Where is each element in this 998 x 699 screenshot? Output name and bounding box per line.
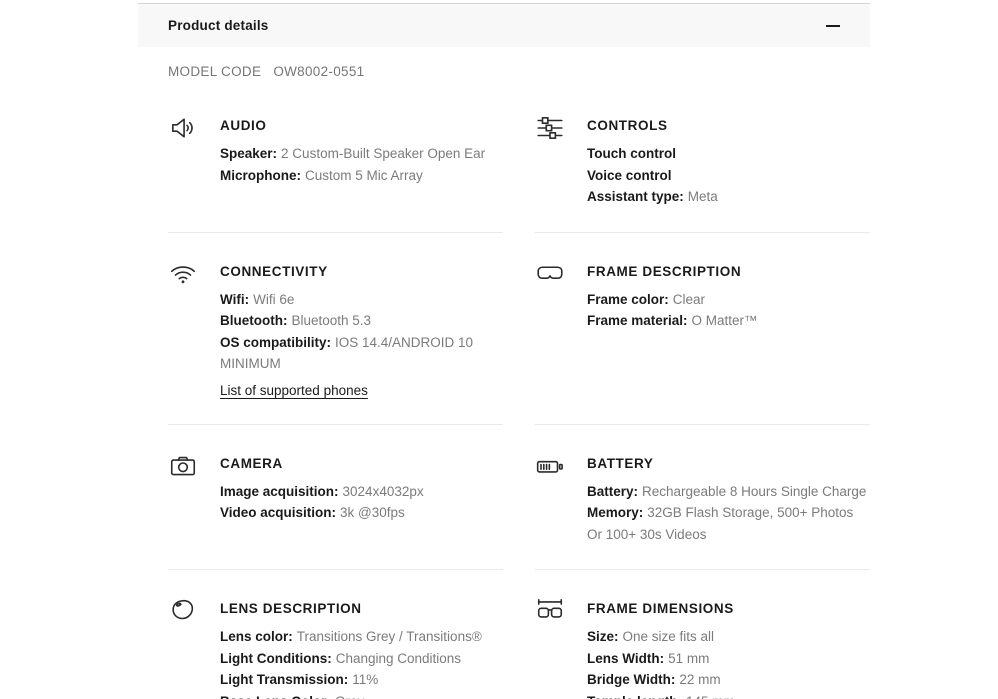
spec-row: Voice control <box>587 165 870 187</box>
collapse-minus-icon[interactable] <box>826 25 840 27</box>
spec-label: Memory: <box>587 505 643 520</box>
section-camera: CAMERA Image acquisition: 3024x4032px Vid… <box>168 425 503 571</box>
section-frame-description: FRAME DESCRIPTION Frame color: Clear Fram… <box>535 233 870 425</box>
section-lens-description: LENS DESCRIPTION Lens color: Transitions … <box>168 570 503 699</box>
section-title: AUDIO <box>220 118 503 133</box>
spec-label: Speaker: <box>220 146 277 161</box>
section-title: FRAME DESCRIPTION <box>587 264 870 279</box>
spec-grid: AUDIO Speaker: 2 Custom-Built Speaker Ope… <box>168 99 870 699</box>
spec-value: Bluetooth 5.3 <box>291 313 371 328</box>
section-title: LENS DESCRIPTION <box>220 601 503 616</box>
spec-label: Lens Width: <box>587 651 664 666</box>
spec-row: Lens color: Transitions Grey / Transition… <box>220 626 503 648</box>
model-code-value: OW8002-0551 <box>273 64 364 79</box>
spec-value: One size fits all <box>623 629 715 644</box>
spec-row: Lens Width: 51 mm <box>587 648 870 670</box>
spec-row: OS compatibility:IOS 14.4/ANDROID 10 MIN… <box>220 332 503 375</box>
spec-row: Frame material: O Matter™ <box>587 310 870 332</box>
spec-row: Light Conditions: Changing Conditions <box>220 648 503 670</box>
spec-value: Wifi 6e <box>253 292 294 307</box>
spec-label: Wifi: <box>220 292 249 307</box>
spec-row: Image acquisition: 3024x4032px <box>220 481 503 503</box>
spec-row: Light Transmission: 11% <box>220 669 503 691</box>
spec-label: Touch control <box>587 146 676 161</box>
camera-icon <box>168 450 220 481</box>
speaker-icon <box>168 112 220 143</box>
spec-value: 3k @30fps <box>340 505 405 520</box>
goggle-icon <box>535 258 587 289</box>
section-title: CONNECTIVITY <box>220 264 503 279</box>
spec-label: Voice control <box>587 168 672 183</box>
spec-row: Touch control <box>587 143 870 165</box>
section-title: CONTROLS <box>587 118 870 133</box>
spec-value: Clear <box>673 292 705 307</box>
spec-value: Meta <box>688 189 718 204</box>
spec-label: Light Transmission: <box>220 672 348 687</box>
section-connectivity: CONNECTIVITY Wifi:Wifi 6e Bluetooth:Blue… <box>168 233 503 425</box>
supported-phones-link[interactable]: List of supported phones <box>220 383 368 398</box>
spec-label: Lens color: <box>220 629 293 644</box>
spec-label: Assistant type: <box>587 189 684 204</box>
spec-label: Bridge Width: <box>587 672 675 687</box>
spec-label: Temple length: <box>587 694 682 699</box>
spec-label: Microphone: <box>220 168 301 183</box>
spec-value: 2 Custom-Built Speaker Open Ear <box>281 146 485 161</box>
spec-row: Assistant type: Meta <box>587 186 870 208</box>
wifi-icon <box>168 258 220 289</box>
glasses-ruler-icon <box>535 595 587 626</box>
spec-value: Rechargeable 8 Hours Single Charge <box>642 484 866 499</box>
section-title: FRAME DIMENSIONS <box>587 601 870 616</box>
spec-label: Image acquisition: <box>220 484 339 499</box>
model-code-label: MODEL CODE <box>168 64 261 79</box>
spec-row: Frame color: Clear <box>587 289 870 311</box>
section-audio: AUDIO Speaker: 2 Custom-Built Speaker Ope… <box>168 99 503 233</box>
model-code: MODEL CODE OW8002-0551 <box>168 64 870 79</box>
spec-value: Changing Conditions <box>336 651 461 666</box>
spec-row: Temple length: 145 mm <box>587 691 870 699</box>
spec-label: Video acquisition: <box>220 505 336 520</box>
spec-label: Light Conditions: <box>220 651 332 666</box>
spec-value: O Matter™ <box>692 313 758 328</box>
section-battery: BATTERY Battery: Rechargeable 8 Hours Sin… <box>535 425 870 571</box>
spec-value: 11% <box>352 672 378 687</box>
spec-value: 51 mm <box>668 651 709 666</box>
lens-icon <box>168 595 220 626</box>
spec-value: 3024x4032px <box>343 484 424 499</box>
spec-row: Speaker: 2 Custom-Built Speaker Open Ear <box>220 143 503 165</box>
spec-value: Transitions Grey / Transitions® <box>297 629 482 644</box>
spec-label: Battery: <box>587 484 638 499</box>
section-frame-dimensions: FRAME DIMENSIONS Size:One size fits all … <box>535 570 870 699</box>
spec-row: Size: One size fits all <box>587 626 870 648</box>
spec-label: Frame color: <box>587 292 669 307</box>
spec-row: Video acquisition: 3k @30fps <box>220 502 503 524</box>
spec-label: Size: <box>587 629 619 644</box>
spec-label: OS compatibility: <box>220 335 331 350</box>
spec-row: Base Lens Color: Grey <box>220 691 503 699</box>
spec-value: 22 mm <box>679 672 720 687</box>
spec-value: Grey <box>335 694 364 699</box>
accordion-title: Product details <box>168 18 269 33</box>
accordion-header[interactable]: Product details <box>138 3 870 47</box>
spec-row: Microphone: Custom 5 Mic Array <box>220 165 503 187</box>
spec-label: Frame material: <box>587 313 688 328</box>
product-details-panel: Product details MODEL CODE OW8002-0551 A… <box>138 0 870 699</box>
section-controls: CONTROLS Touch control Voice control Ass… <box>535 99 870 233</box>
sliders-icon <box>535 112 587 143</box>
spec-value: 145 mm <box>686 694 735 699</box>
spec-label: Base Lens Color: <box>220 694 331 699</box>
spec-row: Wifi: Wifi 6e <box>220 289 503 311</box>
section-title: BATTERY <box>587 456 870 471</box>
spec-value: Custom 5 Mic Array <box>305 168 423 183</box>
section-title: CAMERA <box>220 456 503 471</box>
spec-row: Memory:32GB Flash Storage, 500+ Photos O… <box>587 502 870 545</box>
spec-row: Battery: Rechargeable 8 Hours Single Char… <box>587 481 870 503</box>
spec-label: Bluetooth: <box>220 313 287 328</box>
spec-row: Bluetooth: Bluetooth 5.3 <box>220 310 503 332</box>
battery-icon <box>535 450 587 481</box>
spec-row: Bridge Width: 22 mm <box>587 669 870 691</box>
